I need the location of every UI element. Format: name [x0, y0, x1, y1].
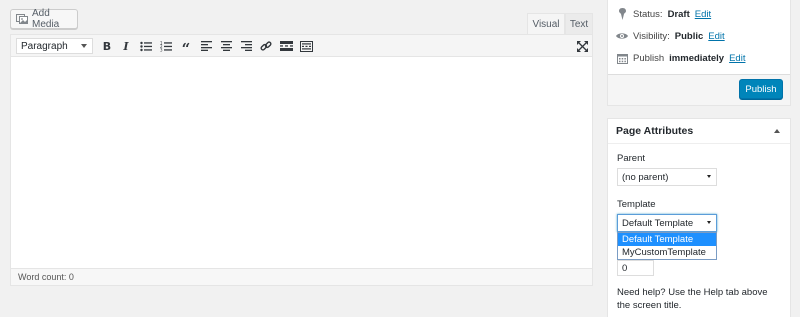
add-media-button[interactable]: Add Media: [10, 8, 78, 30]
svg-text:3: 3: [160, 47, 163, 52]
order-input[interactable]: 0: [617, 260, 654, 276]
parent-label: Parent: [617, 153, 645, 164]
content-editor: Paragraph B I 123 “ Word count: 0: [10, 34, 593, 286]
read-more-icon[interactable]: [278, 38, 294, 54]
format-select[interactable]: Paragraph: [16, 38, 93, 54]
page-attributes-header[interactable]: Page Attributes: [608, 119, 790, 144]
pin-icon: [616, 8, 628, 20]
publish-value: immediately: [669, 52, 725, 64]
edit-schedule-link[interactable]: Edit: [729, 53, 745, 64]
tab-visual[interactable]: Visual: [527, 13, 565, 35]
align-right-icon[interactable]: [238, 38, 254, 54]
link-icon[interactable]: [258, 38, 274, 54]
page-attributes-title: Page Attributes: [616, 125, 694, 137]
status-row: Status: Draft Edit: [616, 7, 711, 21]
toolbar-toggle-icon[interactable]: [298, 38, 314, 54]
template-option[interactable]: Default Template: [618, 233, 716, 246]
visibility-row: Visibility: Public Edit: [616, 29, 725, 43]
publish-button[interactable]: Publish: [739, 79, 783, 99]
template-select[interactable]: Default Template: [617, 214, 717, 232]
tab-text[interactable]: Text: [565, 13, 593, 35]
visibility-label: Visibility:: [633, 30, 670, 42]
format-select-value: Paragraph: [21, 40, 68, 52]
numbered-list-icon[interactable]: 123: [158, 38, 174, 54]
eye-icon: [616, 30, 628, 42]
status-value: Draft: [667, 8, 690, 20]
collapse-arrow-icon[interactable]: [774, 129, 780, 133]
media-icon: [16, 14, 28, 24]
align-center-icon[interactable]: [218, 38, 234, 54]
status-label: Status:: [633, 8, 663, 20]
visibility-value: Public: [674, 30, 704, 42]
template-label: Template: [617, 199, 656, 210]
publish-label: Publish: [633, 52, 665, 64]
chevron-down-icon: [707, 221, 711, 224]
editor-content-area[interactable]: [11, 57, 592, 269]
edit-visibility-link[interactable]: Edit: [708, 31, 724, 42]
calendar-icon: [616, 52, 628, 64]
chevron-down-icon: [707, 175, 711, 178]
template-option[interactable]: MyCustomTemplate: [618, 246, 716, 259]
parent-select-value: (no parent): [622, 171, 669, 183]
italic-icon[interactable]: I: [118, 38, 134, 54]
blockquote-icon[interactable]: “: [178, 38, 194, 58]
editor-status-bar: Word count: 0: [11, 268, 592, 285]
bold-icon[interactable]: B: [99, 38, 115, 54]
word-count: Word count: 0: [18, 272, 74, 282]
page-attributes-box: Page Attributes Parent (no parent) Templ…: [607, 118, 791, 317]
parent-select[interactable]: (no parent): [617, 168, 717, 186]
help-text: Need help? Use the Help tab above the sc…: [617, 287, 768, 311]
edit-status-link[interactable]: Edit: [695, 9, 711, 20]
publish-actions: Publish: [608, 74, 790, 105]
fullscreen-icon[interactable]: [574, 38, 590, 54]
align-left-icon[interactable]: [198, 38, 214, 54]
template-select-value: Default Template: [622, 217, 694, 229]
bulleted-list-icon[interactable]: [138, 38, 154, 54]
template-dropdown: Default Template MyCustomTemplate: [617, 232, 717, 260]
add-media-label: Add Media: [32, 8, 60, 30]
publish-box: Status: Draft Edit Visibility: Public Ed…: [607, 0, 791, 106]
schedule-row: Publish immediately Edit: [616, 51, 745, 65]
editor-toolbar: Paragraph B I 123 “: [11, 35, 592, 58]
chevron-down-icon: [81, 44, 87, 48]
